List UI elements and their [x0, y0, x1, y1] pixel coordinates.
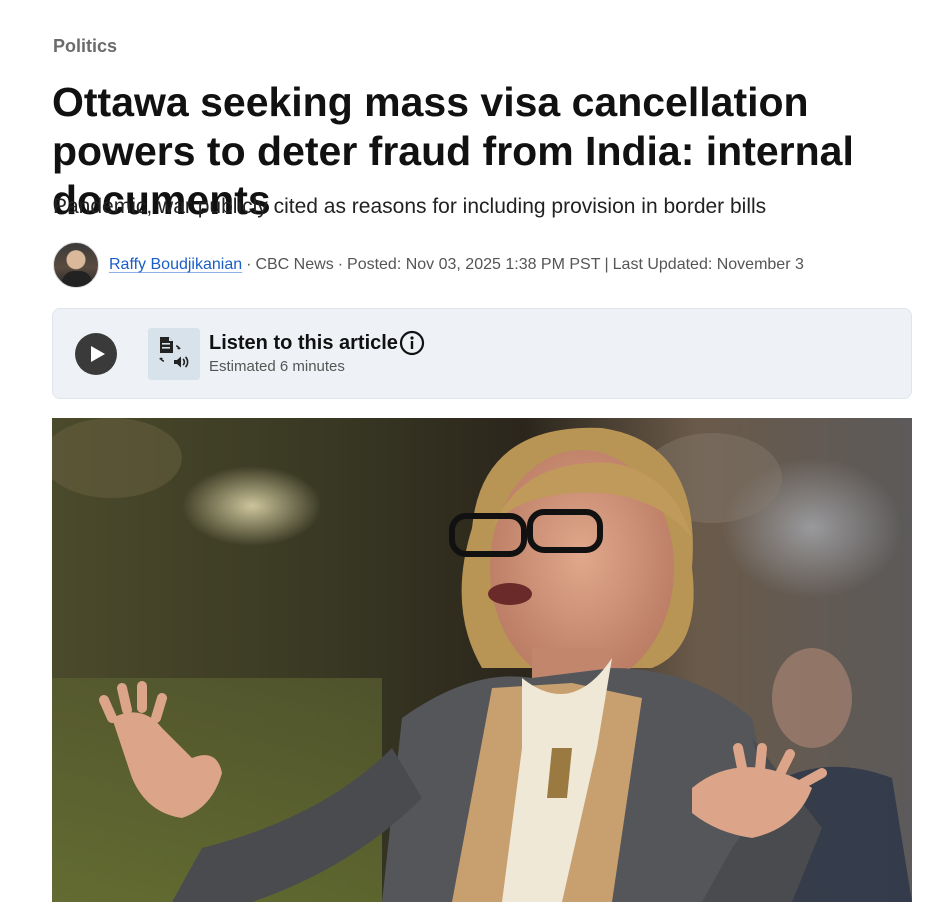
byline-divider: | [604, 256, 609, 273]
section-label[interactable]: Politics [53, 36, 117, 57]
play-button[interactable] [75, 333, 117, 375]
play-icon [90, 346, 105, 362]
author-avatar[interactable] [53, 242, 99, 288]
listen-estimate: Estimated 6 minutes [209, 358, 345, 375]
byline-outlet: CBC News [255, 256, 334, 273]
info-icon[interactable] [399, 330, 425, 356]
listen-to-article-panel: Listen to this article Estimated 6 minut… [52, 308, 912, 399]
listen-title: Listen to this article [209, 332, 398, 354]
hero-photo[interactable] [52, 418, 912, 902]
byline-updated: Last Updated: November 3 [612, 256, 804, 273]
hero-photo-illustration [52, 418, 912, 902]
author-link[interactable]: Raffy Boudjikanian [109, 256, 242, 274]
byline-separator: · [337, 256, 344, 273]
byline-posted: Posted: Nov 03, 2025 1:38 PM PST [347, 256, 601, 273]
text-to-speech-icon [148, 328, 200, 380]
byline: Raffy Boudjikanian · CBC News · Posted: … [53, 242, 804, 288]
article-page: Politics Ottawa seeking mass visa cancel… [0, 0, 938, 922]
byline-separator: · [246, 256, 252, 273]
subheadline: Pandemic, war publicly cited as reasons … [53, 195, 767, 218]
